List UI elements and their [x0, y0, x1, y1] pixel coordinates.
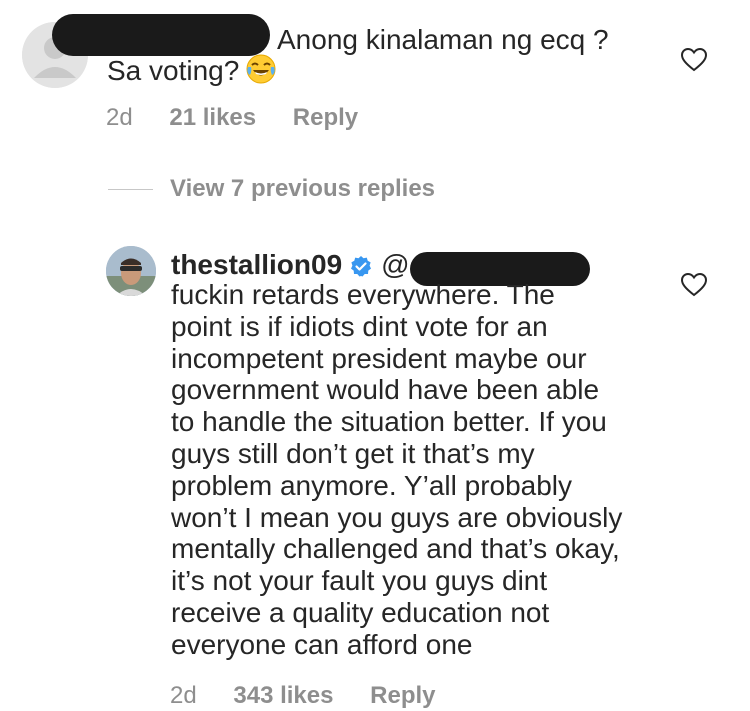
comment-text-line: won’t I mean you guys are obviously — [171, 501, 623, 533]
comment-text: Sa voting? — [107, 55, 240, 86]
avatar[interactable] — [106, 246, 156, 296]
view-previous-replies-button[interactable]: View 7 previous replies — [170, 175, 435, 203]
likes-count[interactable]: 21 likes — [169, 104, 256, 131]
comment-text-line: incompetent president maybe our — [171, 342, 587, 374]
comment-text-line: receive a quality education not — [171, 596, 550, 628]
comment-text-line: everyone can afford one — [171, 628, 473, 660]
timestamp: 2d — [106, 104, 133, 131]
comment-text-line: it’s not your fault you guys dint — [171, 565, 548, 597]
like-heart-icon[interactable] — [680, 272, 708, 297]
comment-body: fuckin retards everywhere. The point is … — [171, 279, 651, 661]
comment-text-line: to handle the situation better. If you — [171, 406, 607, 438]
tears-of-joy-emoji-icon — [245, 53, 277, 94]
user-photo-avatar — [106, 246, 156, 296]
comment-meta: 2d 21 likes Reply — [106, 104, 388, 132]
comment-text-line: mentally challenged and that’s okay, — [171, 533, 620, 565]
comment-text-line: guys still don’t get it that’s my — [171, 437, 535, 469]
timestamp: 2d — [170, 682, 197, 709]
likes-count[interactable]: 343 likes — [233, 682, 333, 709]
comment-text-line: Sa voting? — [107, 53, 277, 94]
username-link[interactable]: thestallion09 — [171, 249, 342, 280]
reply-button[interactable]: Reply — [293, 104, 358, 131]
reply-button[interactable]: Reply — [370, 682, 435, 709]
comment-text-line: point is if idiots dint vote for an — [171, 310, 548, 342]
comment-meta: 2d 343 likes Reply — [170, 682, 466, 710]
comment-text-line: problem anymore. Y’all probably — [171, 469, 573, 501]
like-heart-icon[interactable] — [680, 47, 708, 72]
redacted-username — [52, 14, 270, 56]
comment-text-line: Anong kinalaman ng ecq ? — [277, 24, 609, 55]
replies-divider — [108, 189, 153, 190]
comment-text-line: fuckin retards everywhere. The — [171, 279, 555, 310]
comment-text-line: government would have been able — [171, 374, 600, 406]
mention-prefix[interactable]: @ — [381, 249, 409, 280]
